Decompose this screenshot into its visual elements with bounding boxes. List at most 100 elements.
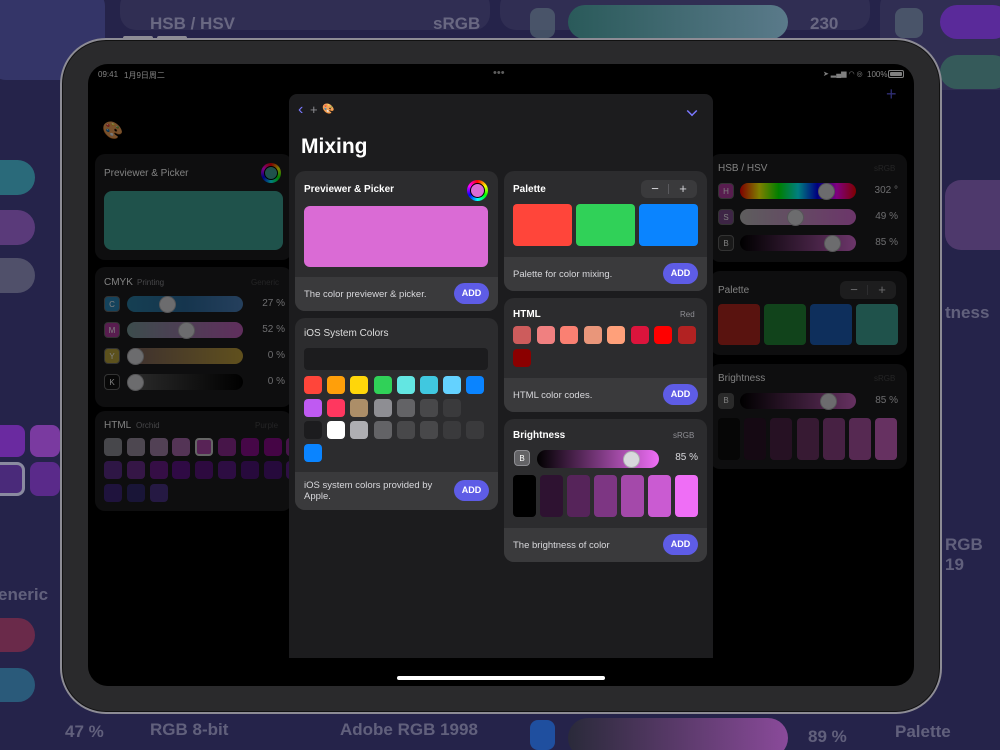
- color-swatch[interactable]: [304, 443, 322, 462]
- brightness-swatch[interactable]: [567, 475, 590, 517]
- slider-knob[interactable]: [820, 392, 837, 410]
- color-swatch[interactable]: [560, 326, 578, 344]
- cmyk-slider[interactable]: [127, 373, 243, 391]
- color-preview[interactable]: [304, 206, 488, 267]
- color-swatch[interactable]: [104, 484, 122, 502]
- slider-knob[interactable]: [824, 234, 842, 252]
- color-swatch[interactable]: [304, 421, 322, 439]
- palette-swatch[interactable]: [513, 204, 572, 246]
- color-swatch[interactable]: [104, 461, 122, 479]
- color-swatch[interactable]: [126, 461, 145, 479]
- collapse-chevron-icon[interactable]: [686, 105, 698, 117]
- slider-knob[interactable]: [158, 295, 176, 313]
- hsb-slider[interactable]: [740, 182, 856, 200]
- home-indicator[interactable]: [397, 676, 605, 680]
- add-color-icon[interactable]: +: [310, 102, 318, 117]
- color-swatch[interactable]: [443, 421, 462, 439]
- minus-button[interactable]: −: [840, 281, 868, 299]
- palette-stepper[interactable]: − +: [840, 281, 896, 299]
- color-name-field[interactable]: [304, 348, 488, 370]
- color-swatch[interactable]: [373, 376, 392, 394]
- brightness-swatch[interactable]: [675, 475, 698, 517]
- brightness-swatch[interactable]: [849, 418, 871, 460]
- brightness-swatch[interactable]: [648, 475, 671, 517]
- palette-swatch[interactable]: [576, 204, 635, 246]
- color-swatch[interactable]: [240, 461, 259, 479]
- brightness-swatch[interactable]: [770, 418, 793, 460]
- color-swatch[interactable]: [240, 438, 259, 456]
- brightness-swatch[interactable]: [594, 475, 617, 517]
- brightness-swatch[interactable]: [621, 475, 644, 517]
- minus-button[interactable]: −: [641, 180, 669, 198]
- color-swatch[interactable]: [327, 421, 346, 439]
- color-swatch[interactable]: [304, 376, 322, 394]
- color-swatch[interactable]: [513, 348, 531, 367]
- color-swatch[interactable]: [126, 484, 145, 502]
- color-swatch[interactable]: [443, 376, 462, 394]
- palette-swatch[interactable]: [639, 204, 698, 246]
- hsb-slider[interactable]: [740, 208, 856, 226]
- hsb-slider[interactable]: [740, 234, 856, 252]
- brightness-swatch[interactable]: [540, 475, 563, 517]
- palette-swatch[interactable]: [856, 304, 898, 345]
- color-swatch[interactable]: [327, 398, 346, 417]
- slider-knob[interactable]: [818, 182, 836, 200]
- brightness-slider[interactable]: [537, 450, 659, 468]
- cmyk-slider[interactable]: [127, 347, 243, 365]
- color-swatch[interactable]: [396, 376, 415, 394]
- cmyk-slider[interactable]: [127, 321, 243, 339]
- brightness-slider[interactable]: [740, 392, 856, 410]
- back-icon[interactable]: ‹: [298, 102, 303, 118]
- slider-knob[interactable]: [127, 373, 144, 391]
- slider-knob[interactable]: [178, 321, 196, 339]
- color-swatch[interactable]: [350, 398, 369, 417]
- plus-button[interactable]: +: [868, 281, 896, 299]
- brightness-swatch[interactable]: [875, 418, 898, 460]
- palette-swatch[interactable]: [718, 304, 760, 345]
- color-swatch[interactable]: [327, 376, 346, 394]
- color-swatch[interactable]: [607, 326, 625, 344]
- slider-knob[interactable]: [786, 208, 804, 226]
- color-swatch[interactable]: [195, 461, 214, 479]
- add-icon[interactable]: +: [886, 84, 897, 105]
- color-swatch[interactable]: [149, 461, 168, 479]
- color-wheel-icon[interactable]: [467, 180, 488, 201]
- color-swatch[interactable]: [396, 421, 415, 439]
- color-swatch[interactable]: [263, 438, 282, 456]
- color-swatch[interactable]: [149, 438, 168, 456]
- color-swatch[interactable]: [466, 376, 485, 394]
- color-swatch[interactable]: [350, 421, 369, 439]
- color-swatch[interactable]: [420, 421, 438, 439]
- color-swatch[interactable]: [536, 326, 555, 344]
- cmyk-slider[interactable]: [127, 295, 243, 313]
- color-swatch[interactable]: [396, 398, 415, 417]
- brightness-swatch[interactable]: [822, 418, 845, 460]
- palette-stepper[interactable]: − +: [641, 180, 697, 198]
- color-swatch[interactable]: [304, 398, 322, 417]
- color-swatch[interactable]: [373, 421, 392, 439]
- color-swatch[interactable]: [218, 438, 236, 456]
- color-swatch[interactable]: [126, 438, 145, 456]
- color-swatch[interactable]: [513, 326, 531, 344]
- slider-knob[interactable]: [127, 347, 144, 365]
- color-swatch[interactable]: [420, 398, 438, 417]
- color-swatch[interactable]: [104, 438, 122, 456]
- color-swatch[interactable]: [172, 461, 191, 479]
- add-button[interactable]: ADD: [663, 384, 698, 405]
- add-button[interactable]: ADD: [454, 480, 489, 501]
- color-swatch[interactable]: [350, 376, 369, 394]
- palette-swatch[interactable]: [810, 304, 852, 345]
- color-swatch[interactable]: [583, 326, 602, 344]
- color-swatch[interactable]: [195, 438, 214, 456]
- color-wheel-icon[interactable]: [261, 163, 281, 183]
- slider-knob[interactable]: [623, 450, 640, 468]
- plus-button[interactable]: +: [669, 180, 697, 198]
- brightness-swatch[interactable]: [513, 475, 536, 517]
- add-button[interactable]: ADD: [663, 263, 698, 284]
- multitasking-dots[interactable]: •••: [493, 67, 505, 79]
- color-swatch[interactable]: [466, 421, 485, 439]
- color-swatch[interactable]: [263, 461, 282, 479]
- brightness-swatch[interactable]: [744, 418, 767, 460]
- color-swatch[interactable]: [172, 438, 191, 456]
- color-swatch[interactable]: [373, 398, 392, 417]
